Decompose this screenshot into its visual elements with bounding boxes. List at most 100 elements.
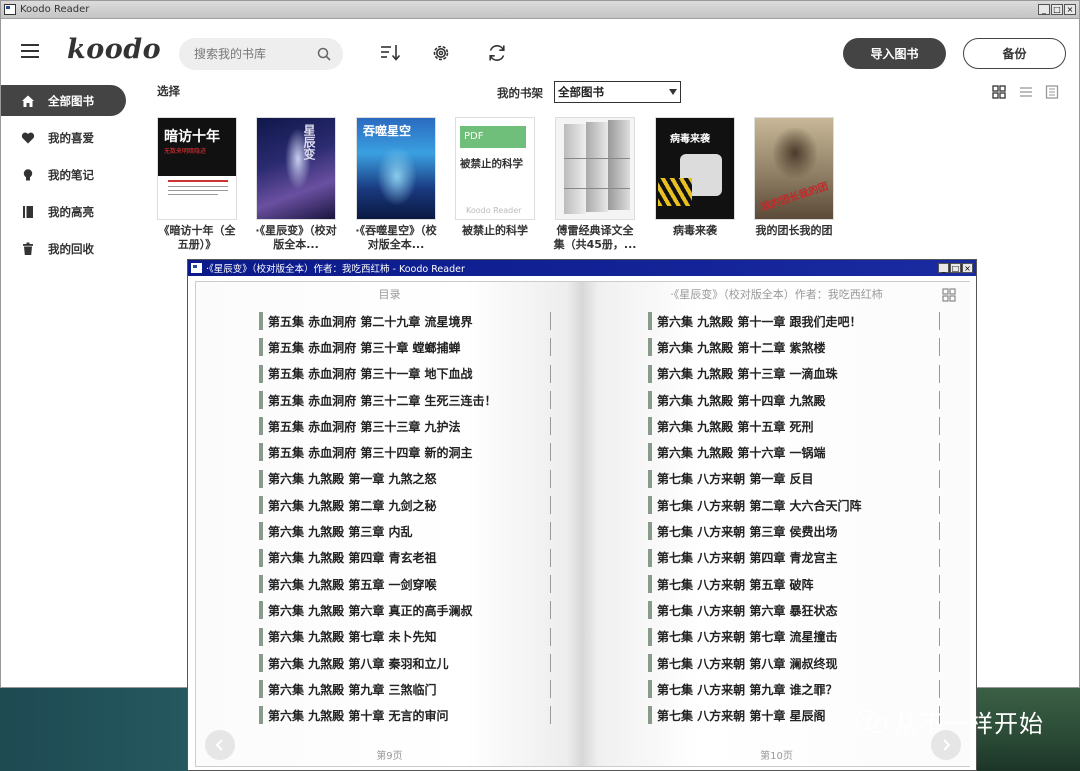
book-item[interactable]: 傅雷经典译文全集（共45册，... xyxy=(553,117,637,252)
cover-subtitle-text: 无数来明暗隐迹 xyxy=(164,148,207,155)
toc-chapter-item[interactable]: 第七集 八方来朝 第五章 破阵 xyxy=(648,571,940,597)
minimize-button[interactable]: _ xyxy=(1038,4,1050,15)
toc-chapter-item[interactable]: 第六集 九煞殿 第十一章 跟我们走吧！ xyxy=(648,308,940,334)
toc-chapter-item[interactable]: 第七集 八方来朝 第六章 暴狂状态 xyxy=(648,597,940,623)
bulb-icon xyxy=(23,169,33,181)
toc-chapter-item[interactable]: 第六集 九煞殿 第十四章 九煞殿 xyxy=(648,387,940,413)
highlight-book-icon xyxy=(23,206,33,218)
toc-chapter-item[interactable]: 第六集 九煞殿 第十三章 一滴血珠 xyxy=(648,361,940,387)
right-page-number: 第10页 xyxy=(760,751,793,762)
chevron-down-icon xyxy=(669,89,677,95)
sync-icon[interactable] xyxy=(486,42,508,64)
home-icon xyxy=(22,95,34,107)
book-cover[interactable]: 病毒来袭 xyxy=(655,117,735,220)
toc-chapter-item[interactable]: 第七集 八方来朝 第九章 谁之罪？ xyxy=(648,676,940,702)
backup-button[interactable]: 备份 xyxy=(963,38,1066,69)
book-item[interactable]: 吞噬星空 ·《吞噬星空》（校对版全本... xyxy=(354,117,438,252)
sidebar-item-favorites[interactable]: 我的喜爱 xyxy=(1,122,141,153)
reader-close-button[interactable]: × xyxy=(962,263,973,273)
toc-chapter-item[interactable]: 第七集 八方来朝 第七章 流星撞击 xyxy=(648,624,940,650)
toc-chapter-item[interactable]: 第五集 赤血洞府 第三十四章 新的洞主 xyxy=(259,439,551,465)
sidebar-item-all-books[interactable]: 全部图书 xyxy=(1,85,126,116)
reader-titlebar: ·《星辰变》（校对版全本）作者：我吃西红柿 - Koodo Reader _ □… xyxy=(188,260,976,276)
toc-chapter-item[interactable]: 第六集 九煞殿 第十二章 紫煞楼 xyxy=(648,334,940,360)
book-cover[interactable]: PDF 被禁止的科学 Koodo Reader xyxy=(455,117,535,220)
toc-chapter-item[interactable]: 第七集 八方来朝 第二章 大六合天门阵 xyxy=(648,492,940,518)
toc-chapter-item[interactable]: 第六集 九煞殿 第八章 秦羽和立儿 xyxy=(259,650,551,676)
left-page: 目录 第五集 赤血洞府 第二十九章 流星境界 第五集 赤血洞府 第三十章 螳螂捕蝉… xyxy=(196,282,583,766)
watermark-text: 从不一样开始 xyxy=(894,710,1044,738)
toc-chapter-item[interactable]: 第五集 赤血洞府 第三十二章 生死三连击！ xyxy=(259,387,551,413)
toc-chapter-item[interactable]: 第六集 九煞殿 第六章 真正的高手澜叔 xyxy=(259,597,551,623)
toc-chapter-item[interactable]: 第六集 九煞殿 第七章 未卜先知 xyxy=(259,624,551,650)
reader-minimize-button[interactable]: _ xyxy=(938,263,949,273)
book-title: 我的团长我的团 xyxy=(755,224,833,237)
chat-bubbles-icon xyxy=(855,709,887,733)
sidebar-item-notes[interactable]: 我的笔记 xyxy=(1,159,141,190)
sidebar-item-label: 我的笔记 xyxy=(48,167,94,182)
book-spread: 目录 第五集 赤血洞府 第二十九章 流星境界 第五集 赤血洞府 第三十章 螳螂捕蝉… xyxy=(195,281,970,767)
toc-chapter-item[interactable]: 第六集 九煞殿 第十六章 一锅端 xyxy=(648,439,940,465)
toc-chapter-item[interactable]: 第七集 八方来朝 第八章 澜叔终现 xyxy=(648,650,940,676)
cover-title-text: 星辰变 xyxy=(302,124,316,160)
sidebar-item-label: 我的喜爱 xyxy=(48,130,94,145)
reader-maximize-button[interactable]: □ xyxy=(950,263,961,273)
cover-view-icon[interactable] xyxy=(1045,85,1059,99)
toc-chapter-item[interactable]: 第六集 九煞殿 第三章 内乱 xyxy=(259,518,551,544)
search-icon[interactable] xyxy=(317,47,331,61)
grid-menu-icon[interactable] xyxy=(942,288,956,302)
bookshelf-select[interactable]: 全部图书 xyxy=(554,81,681,103)
toc-chapter-item[interactable]: 第六集 九煞殿 第十五章 死刑 xyxy=(648,413,940,439)
book-title: 《暗访十年（全五册）》 xyxy=(158,224,236,251)
book-cover[interactable]: 吞噬星空 xyxy=(356,117,436,220)
toc-chapter-item[interactable]: 第六集 九煞殿 第一章 九煞之怒 xyxy=(259,466,551,492)
settings-gear-icon[interactable] xyxy=(430,42,452,64)
book-item[interactable]: 星辰变 ·《星辰变》（校对版全本... xyxy=(254,117,338,252)
toc-chapter-item[interactable]: 第七集 八方来朝 第四章 青龙宫主 xyxy=(648,545,940,571)
toc-heading: 目录 xyxy=(378,288,401,301)
sidebar-item-trash[interactable]: 我的回收 xyxy=(1,233,141,264)
search-input[interactable] xyxy=(194,47,309,61)
prev-page-button[interactable] xyxy=(205,730,235,760)
sort-icon[interactable] xyxy=(379,42,401,64)
book-cover[interactable] xyxy=(555,117,635,220)
left-page-number: 第9页 xyxy=(376,751,403,762)
toc-chapter-item[interactable]: 第六集 九煞殿 第十章 无言的审问 xyxy=(259,702,551,728)
chevron-right-icon xyxy=(943,739,951,751)
toc-chapter-item[interactable]: 第五集 赤血洞府 第三十三章 九护法 xyxy=(259,413,551,439)
cover-title-text: 我的团长我的团 xyxy=(759,181,830,214)
list-view-icon[interactable] xyxy=(1019,85,1033,99)
toc-chapter-item[interactable]: 第五集 赤血洞府 第三十一章 地下血战 xyxy=(259,361,551,387)
toc-chapter-item[interactable]: 第五集 赤血洞府 第二十九章 流星境界 xyxy=(259,308,551,334)
select-mode-link[interactable]: 选择 xyxy=(157,83,180,99)
hamburger-menu-icon[interactable] xyxy=(21,44,39,58)
close-button[interactable]: × xyxy=(1064,4,1076,15)
sidebar-item-label: 我的高亮 xyxy=(48,204,94,219)
maximize-button[interactable]: □ xyxy=(1051,4,1063,15)
toc-chapter-item[interactable]: 第六集 九煞殿 第九章 三煞临门 xyxy=(259,676,551,702)
search-box[interactable] xyxy=(179,38,343,70)
import-books-button[interactable]: 导入图书 xyxy=(843,38,946,69)
book-item[interactable]: 暗访十年 无数来明暗隐迹 《暗访十年（全五册）》 xyxy=(155,117,239,252)
toc-chapter-item[interactable]: 第七集 八方来朝 第一章 反目 xyxy=(648,466,940,492)
book-item[interactable]: 病毒来袭 病毒来袭 xyxy=(653,117,737,252)
toc-chapter-item[interactable]: 第六集 九煞殿 第五章 一剑穿喉 xyxy=(259,571,551,597)
grid-view-icon[interactable] xyxy=(992,85,1006,99)
book-cover[interactable]: 星辰变 xyxy=(256,117,336,220)
watermark: 从不一样开始 xyxy=(854,704,1044,739)
toc-chapter-item[interactable]: 第六集 九煞殿 第四章 青玄老祖 xyxy=(259,545,551,571)
cover-title-text: 暗访十年 xyxy=(164,129,220,145)
sidebar-item-highlights[interactable]: 我的高亮 xyxy=(1,196,141,227)
toc-chapter-item[interactable]: 第五集 赤血洞府 第三十章 螳螂捕蝉 xyxy=(259,334,551,360)
book-cover[interactable]: 暗访十年 无数来明暗隐迹 xyxy=(157,117,237,220)
book-cover[interactable]: 我的团长我的团 xyxy=(754,117,834,220)
bookshelf-label: 我的书架 xyxy=(497,86,543,100)
cover-title-text: 吞噬星空 xyxy=(363,124,412,138)
toc-chapter-item[interactable]: 第七集 八方来朝 第三章 侯费出场 xyxy=(648,518,940,544)
cover-footer-text: Koodo Reader xyxy=(466,206,522,215)
toc-chapter-item[interactable]: 第六集 九煞殿 第二章 九剑之秘 xyxy=(259,492,551,518)
book-item[interactable]: 我的团长我的团 我的团长我的团 xyxy=(752,117,836,252)
reader-window-icon xyxy=(191,263,202,273)
book-item[interactable]: PDF 被禁止的科学 Koodo Reader 被禁止的科学 xyxy=(453,117,537,252)
sidebar: 全部图书 我的喜爱 我的笔记 我的高亮 我的回收 xyxy=(1,85,141,270)
